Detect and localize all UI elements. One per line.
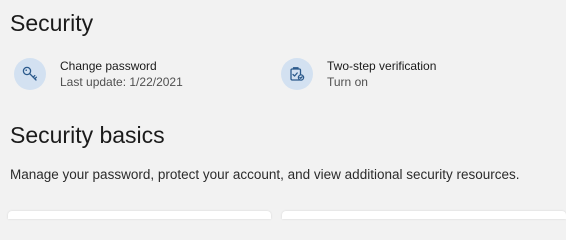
security-heading: Security (10, 10, 94, 36)
change-password-link[interactable]: Change password Last update: 1/22/2021 (14, 55, 183, 93)
security-card-left[interactable] (8, 211, 271, 219)
two-step-verification-title: Two-step verification (327, 58, 437, 73)
security-basics-description: Manage your password, protect your accou… (10, 167, 520, 182)
security-card-right[interactable] (282, 211, 566, 219)
security-basics-heading: Security basics (10, 122, 165, 148)
change-password-title: Change password (60, 58, 157, 73)
last-update-text: Last update: 1/22/2021 (60, 74, 183, 89)
turn-on-status: Turn on (327, 74, 368, 89)
two-step-verification-link[interactable]: Two-step verification Turn on (281, 55, 436, 93)
key-icon (14, 58, 46, 90)
verification-checklist-icon (281, 58, 313, 90)
